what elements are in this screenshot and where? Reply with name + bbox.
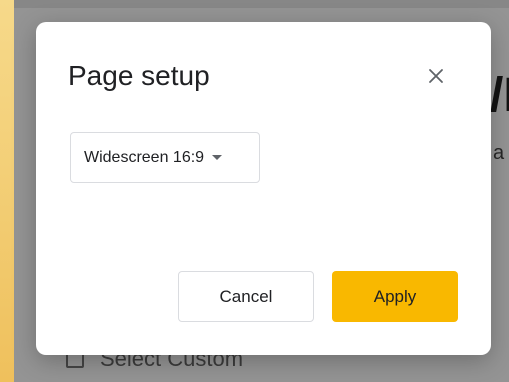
close-button[interactable] <box>420 60 452 92</box>
apply-button[interactable]: Apply <box>332 271 458 322</box>
cancel-label: Cancel <box>219 286 273 306</box>
page-size-select[interactable]: Widescreen 16:9 <box>70 132 260 183</box>
dialog-title: Page setup <box>68 60 210 91</box>
left-side-stripe <box>0 0 14 382</box>
apply-label: Apply <box>373 286 417 306</box>
page-size-value: Widescreen 16:9 <box>84 148 205 166</box>
cancel-button[interactable]: Cancel <box>178 271 314 322</box>
close-icon <box>429 69 443 83</box>
caret-down-icon <box>212 155 223 160</box>
page-setup-dialog: Page setup Widescreen 16:9 Cancel Apply <box>36 22 491 355</box>
